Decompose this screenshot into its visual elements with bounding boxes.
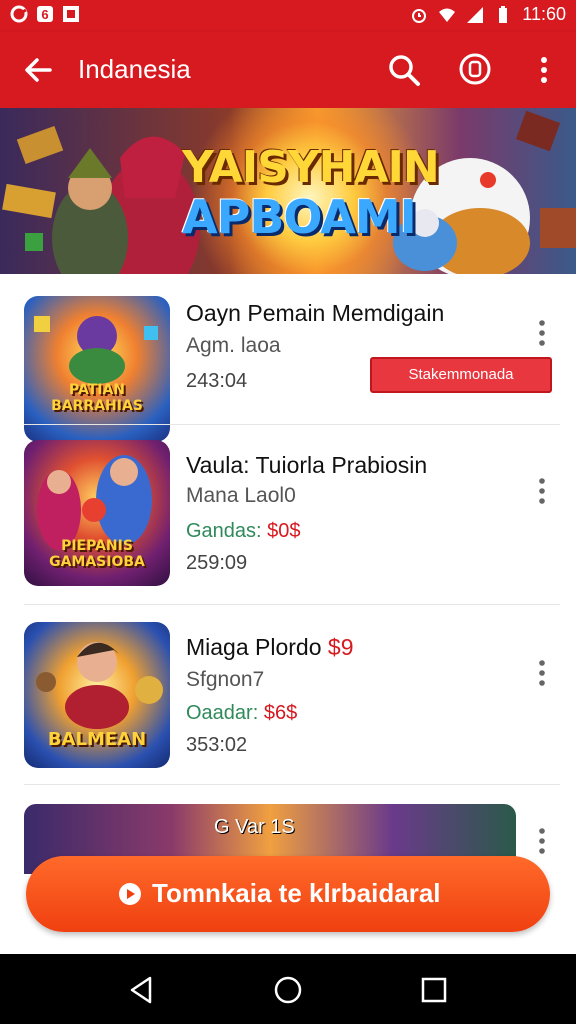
game-thumbnail[interactable]: PIEPANIS GAMASIOBA	[24, 440, 170, 586]
item-more-icon[interactable]	[532, 826, 552, 856]
item-price: Oaadar: $6$	[186, 702, 297, 725]
item-price: Gandas: $0$	[186, 520, 301, 543]
nav-home-icon[interactable]	[272, 974, 304, 1006]
list-item[interactable]: G Var 1S	[0, 784, 576, 874]
notification-6-icon: 6	[37, 6, 53, 22]
app-bar: Indanesia	[0, 32, 576, 108]
alarm-icon	[412, 8, 427, 23]
thumbnail-art	[34, 316, 158, 384]
item-title-price: $9	[327, 634, 354, 660]
item-more-icon[interactable]	[532, 318, 552, 348]
square-notification-icon	[63, 6, 79, 22]
play-circle-icon	[119, 883, 141, 905]
item-time: 353:02	[186, 734, 248, 756]
item-title: Miaga Plordo $9	[186, 634, 354, 661]
svg-text:6: 6	[41, 7, 48, 22]
item-title-text: Miaga Plordo	[186, 634, 322, 660]
wifi-icon	[439, 8, 456, 22]
cta-label: Tomnkaia te klrbaidaral	[152, 878, 441, 908]
game-list: PATIAN BARRAHIAS Oayn Pemain Memdigain A…	[0, 274, 576, 954]
primary-cta-button[interactable]: Tomnkaia te klrbaidaral	[26, 856, 550, 932]
list-item[interactable]: PATIAN BARRAHIAS Oayn Pemain Memdigain A…	[0, 274, 576, 442]
banner-title-line1: YAISYHAIN	[182, 142, 440, 193]
game-thumbnail[interactable]: PATIAN BARRAHIAS	[24, 296, 170, 442]
item-time: 259:09	[186, 552, 248, 574]
nav-back-icon[interactable]	[126, 974, 158, 1006]
price-label: Gandas:	[186, 520, 262, 542]
item-subtitle: Agm. laoa	[186, 334, 281, 357]
item-subtitle: Sfgnon7	[186, 668, 265, 691]
item-title: Oayn Pemain Memdigain	[186, 300, 445, 326]
hero-banner[interactable]: YAISYHAIN APBOAMI	[0, 108, 576, 274]
page-title: Indanesia	[78, 54, 191, 84]
price-value: $0$	[267, 520, 301, 542]
status-bar: 6 11:60	[0, 0, 576, 32]
app-notification-icon	[10, 5, 28, 23]
game-thumbnail[interactable]: BALMEAN	[24, 622, 170, 768]
thumbnail-title: BALMEAN	[47, 729, 147, 750]
item-more-icon[interactable]	[532, 658, 552, 688]
thumbnail-title: PIEPANIS GAMASIOBA	[49, 538, 145, 570]
banner-title-line2: APBOAMI	[182, 190, 417, 244]
list-item[interactable]: PIEPANIS GAMASIOBA Vaula: Tuiorla Prabio…	[0, 424, 576, 604]
coin-icon[interactable]	[458, 52, 492, 86]
nav-recents-icon[interactable]	[418, 974, 450, 1006]
battery-icon	[499, 5, 508, 23]
system-nav-bar	[0, 954, 576, 1024]
promo-banner-text: G Var 1S	[214, 816, 295, 838]
price-label: Oaadar:	[186, 702, 259, 724]
more-options-icon[interactable]	[530, 52, 558, 88]
price-value: $6$	[263, 702, 298, 724]
item-more-icon[interactable]	[532, 476, 552, 506]
search-icon[interactable]	[386, 52, 422, 88]
thumbnail-title: PATIAN BARRAHIAS	[51, 382, 143, 414]
list-item[interactable]: BALMEAN Miaga Plordo $9 Sfgnon7 Oaadar: …	[0, 604, 576, 784]
signal-icon	[467, 6, 484, 23]
item-time: 243:04	[186, 370, 248, 392]
item-subtitle: Mana Laol0	[186, 484, 296, 507]
back-arrow-icon[interactable]	[20, 52, 56, 88]
status-time: 11:60	[522, 4, 566, 24]
item-tag[interactable]: Stakemmonada	[370, 357, 552, 393]
item-title: Vaula: Tuiorla Prabiosin	[186, 452, 428, 478]
